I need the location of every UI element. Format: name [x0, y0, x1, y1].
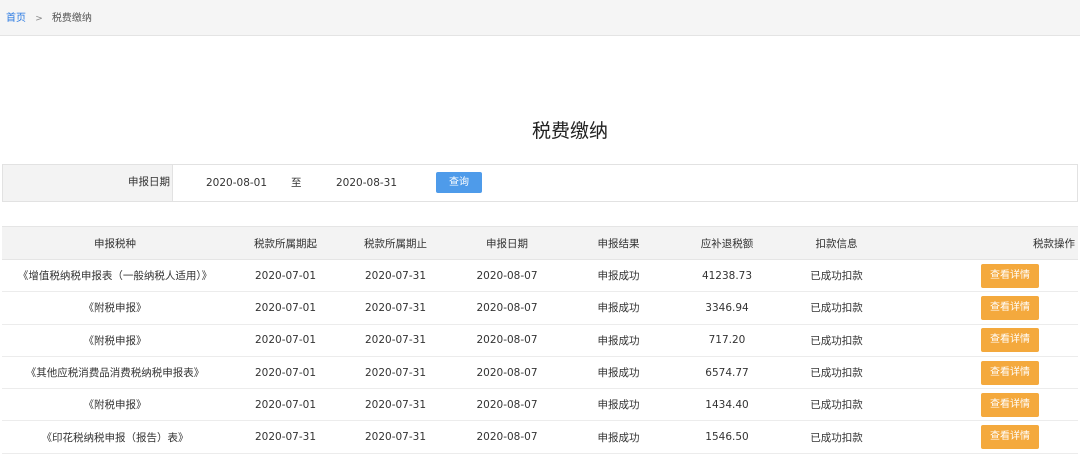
- cell-period-end: 2020-07-31: [343, 291, 448, 325]
- cell-tax-type: 《其他应税消费品消费税纳税申报表》: [2, 356, 228, 390]
- cell-action: 查看详情: [890, 324, 1078, 357]
- col-action-header: 税款操作: [890, 226, 1078, 260]
- date-filter-bar: 申报日期 至 查询: [2, 164, 1078, 202]
- breadcrumb-current: 税费缴纳: [51, 13, 92, 24]
- cell-result: 申报成功: [566, 291, 671, 325]
- cell-amount: 1434.40: [671, 388, 783, 422]
- cell-result: 申报成功: [566, 420, 671, 454]
- cell-declare-date: 2020-08-07: [448, 388, 566, 422]
- table-row: 《附税申报》 2020-07-01 2020-07-31 2020-08-07 申报成功…: [2, 291, 1078, 325]
- filter-label-cell: 申报日期: [3, 165, 173, 201]
- cell-result: 申报成功: [566, 259, 671, 293]
- cell-period-start: 2020-07-01: [228, 291, 343, 325]
- declare-date-label: 申报日期: [128, 176, 170, 188]
- table-row: 《附税申报》 2020-07-01 2020-07-31 2020-08-07 申报成功…: [2, 388, 1078, 422]
- query-button[interactable]: 查询: [436, 172, 482, 193]
- cell-action: 查看详情: [890, 356, 1078, 390]
- cell-period-start: 2020-07-01: [228, 356, 343, 390]
- tax-payment-table: 申报税种 税款所属期起 税款所属期止 申报日期 申报结果 应补退税额 扣款信息 税款操作 《增…: [2, 226, 1078, 454]
- cell-period-end: 2020-07-31: [343, 324, 448, 357]
- cell-declare-date: 2020-08-07: [448, 356, 566, 390]
- cell-action: 查看详情: [890, 420, 1078, 454]
- cell-amount: 3346.94: [671, 291, 783, 325]
- cell-amount: 6574.77: [671, 356, 783, 390]
- cell-period-end: 2020-07-31: [343, 259, 448, 293]
- table-row: 《印花税纳税申报（报告）表》 2020-07-31 2020-07-31 2020-0…: [2, 420, 1078, 454]
- cell-amount: 1546.50: [671, 420, 783, 454]
- breadcrumb: 首页 > 税费缴纳: [0, 0, 1080, 36]
- cell-period-start: 2020-07-01: [228, 324, 343, 357]
- col-amount-header: 应补退税额: [671, 226, 783, 260]
- table-body: 《增值税纳税申报表（一般纳税人适用）》 2020-07-01 2020-07-31 2…: [2, 259, 1078, 454]
- col-declare-date-header: 申报日期: [448, 226, 566, 260]
- cell-period-start: 2020-07-01: [228, 259, 343, 293]
- cell-tax-type: 《印花税纳税申报（报告）表》: [2, 420, 228, 454]
- page-title: 税费缴纳: [531, 120, 608, 142]
- cell-deduction: 已成功扣款: [783, 420, 890, 454]
- view-details-button[interactable]: 查看详情: [981, 392, 1039, 417]
- table-row: 《增值税纳税申报表（一般纳税人适用）》 2020-07-01 2020-07-31 2…: [2, 259, 1078, 293]
- cell-amount: 41238.73: [671, 259, 783, 293]
- cell-declare-date: 2020-08-07: [448, 291, 566, 325]
- cell-period-start: 2020-07-01: [228, 388, 343, 422]
- col-deduction-header: 扣款信息: [783, 226, 890, 260]
- col-period-end-header: 税款所属期止: [343, 226, 448, 260]
- breadcrumb-home-link[interactable]: 首页: [6, 13, 26, 24]
- cell-tax-type: 《附税申报》: [2, 324, 228, 357]
- col-tax-type-header: 申报税种: [2, 226, 228, 260]
- cell-declare-date: 2020-08-07: [448, 259, 566, 293]
- table-header-row: 申报税种 税款所属期起 税款所属期止 申报日期 申报结果 应补退税额 扣款信息 税款操作: [2, 226, 1078, 260]
- cell-deduction: 已成功扣款: [783, 356, 890, 390]
- cell-deduction: 已成功扣款: [783, 259, 890, 293]
- cell-deduction: 已成功扣款: [783, 388, 890, 422]
- cell-action: 查看详情: [890, 388, 1078, 422]
- cell-declare-date: 2020-08-07: [448, 324, 566, 357]
- cell-deduction: 已成功扣款: [783, 291, 890, 325]
- table-row: 《其他应税消费品消费税纳税申报表》 2020-07-01 2020-07-31 202…: [2, 356, 1078, 390]
- col-result-header: 申报结果: [566, 226, 671, 260]
- cell-declare-date: 2020-08-07: [448, 420, 566, 454]
- cell-result: 申报成功: [566, 388, 671, 422]
- cell-period-end: 2020-07-31: [343, 420, 448, 454]
- cell-action: 查看详情: [890, 291, 1078, 325]
- table-row: 《附税申报》 2020-07-01 2020-07-31 2020-08-07 申报成功…: [2, 324, 1078, 357]
- view-details-button[interactable]: 查看详情: [981, 263, 1039, 288]
- start-date-input[interactable]: [206, 175, 296, 191]
- col-period-start-header: 税款所属期起: [228, 226, 343, 260]
- cell-period-end: 2020-07-31: [343, 388, 448, 422]
- breadcrumb-separator: >: [35, 14, 43, 24]
- cell-period-end: 2020-07-31: [343, 356, 448, 390]
- cell-amount: 717.20: [671, 324, 783, 357]
- cell-deduction: 已成功扣款: [783, 324, 890, 357]
- view-details-button[interactable]: 查看详情: [981, 295, 1039, 320]
- cell-tax-type: 《增值税纳税申报表（一般纳税人适用）》: [2, 259, 228, 293]
- cell-period-start: 2020-07-31: [228, 420, 343, 454]
- end-date-input[interactable]: [336, 175, 426, 191]
- view-details-button[interactable]: 查看详情: [981, 425, 1039, 450]
- cell-action: 查看详情: [890, 259, 1078, 293]
- cell-tax-type: 《附税申报》: [2, 388, 228, 422]
- view-details-button[interactable]: 查看详情: [981, 360, 1039, 385]
- date-range-separator: 至: [291, 177, 302, 189]
- cell-result: 申报成功: [566, 356, 671, 390]
- view-details-button[interactable]: 查看详情: [981, 328, 1039, 353]
- cell-tax-type: 《附税申报》: [2, 291, 228, 325]
- cell-result: 申报成功: [566, 324, 671, 357]
